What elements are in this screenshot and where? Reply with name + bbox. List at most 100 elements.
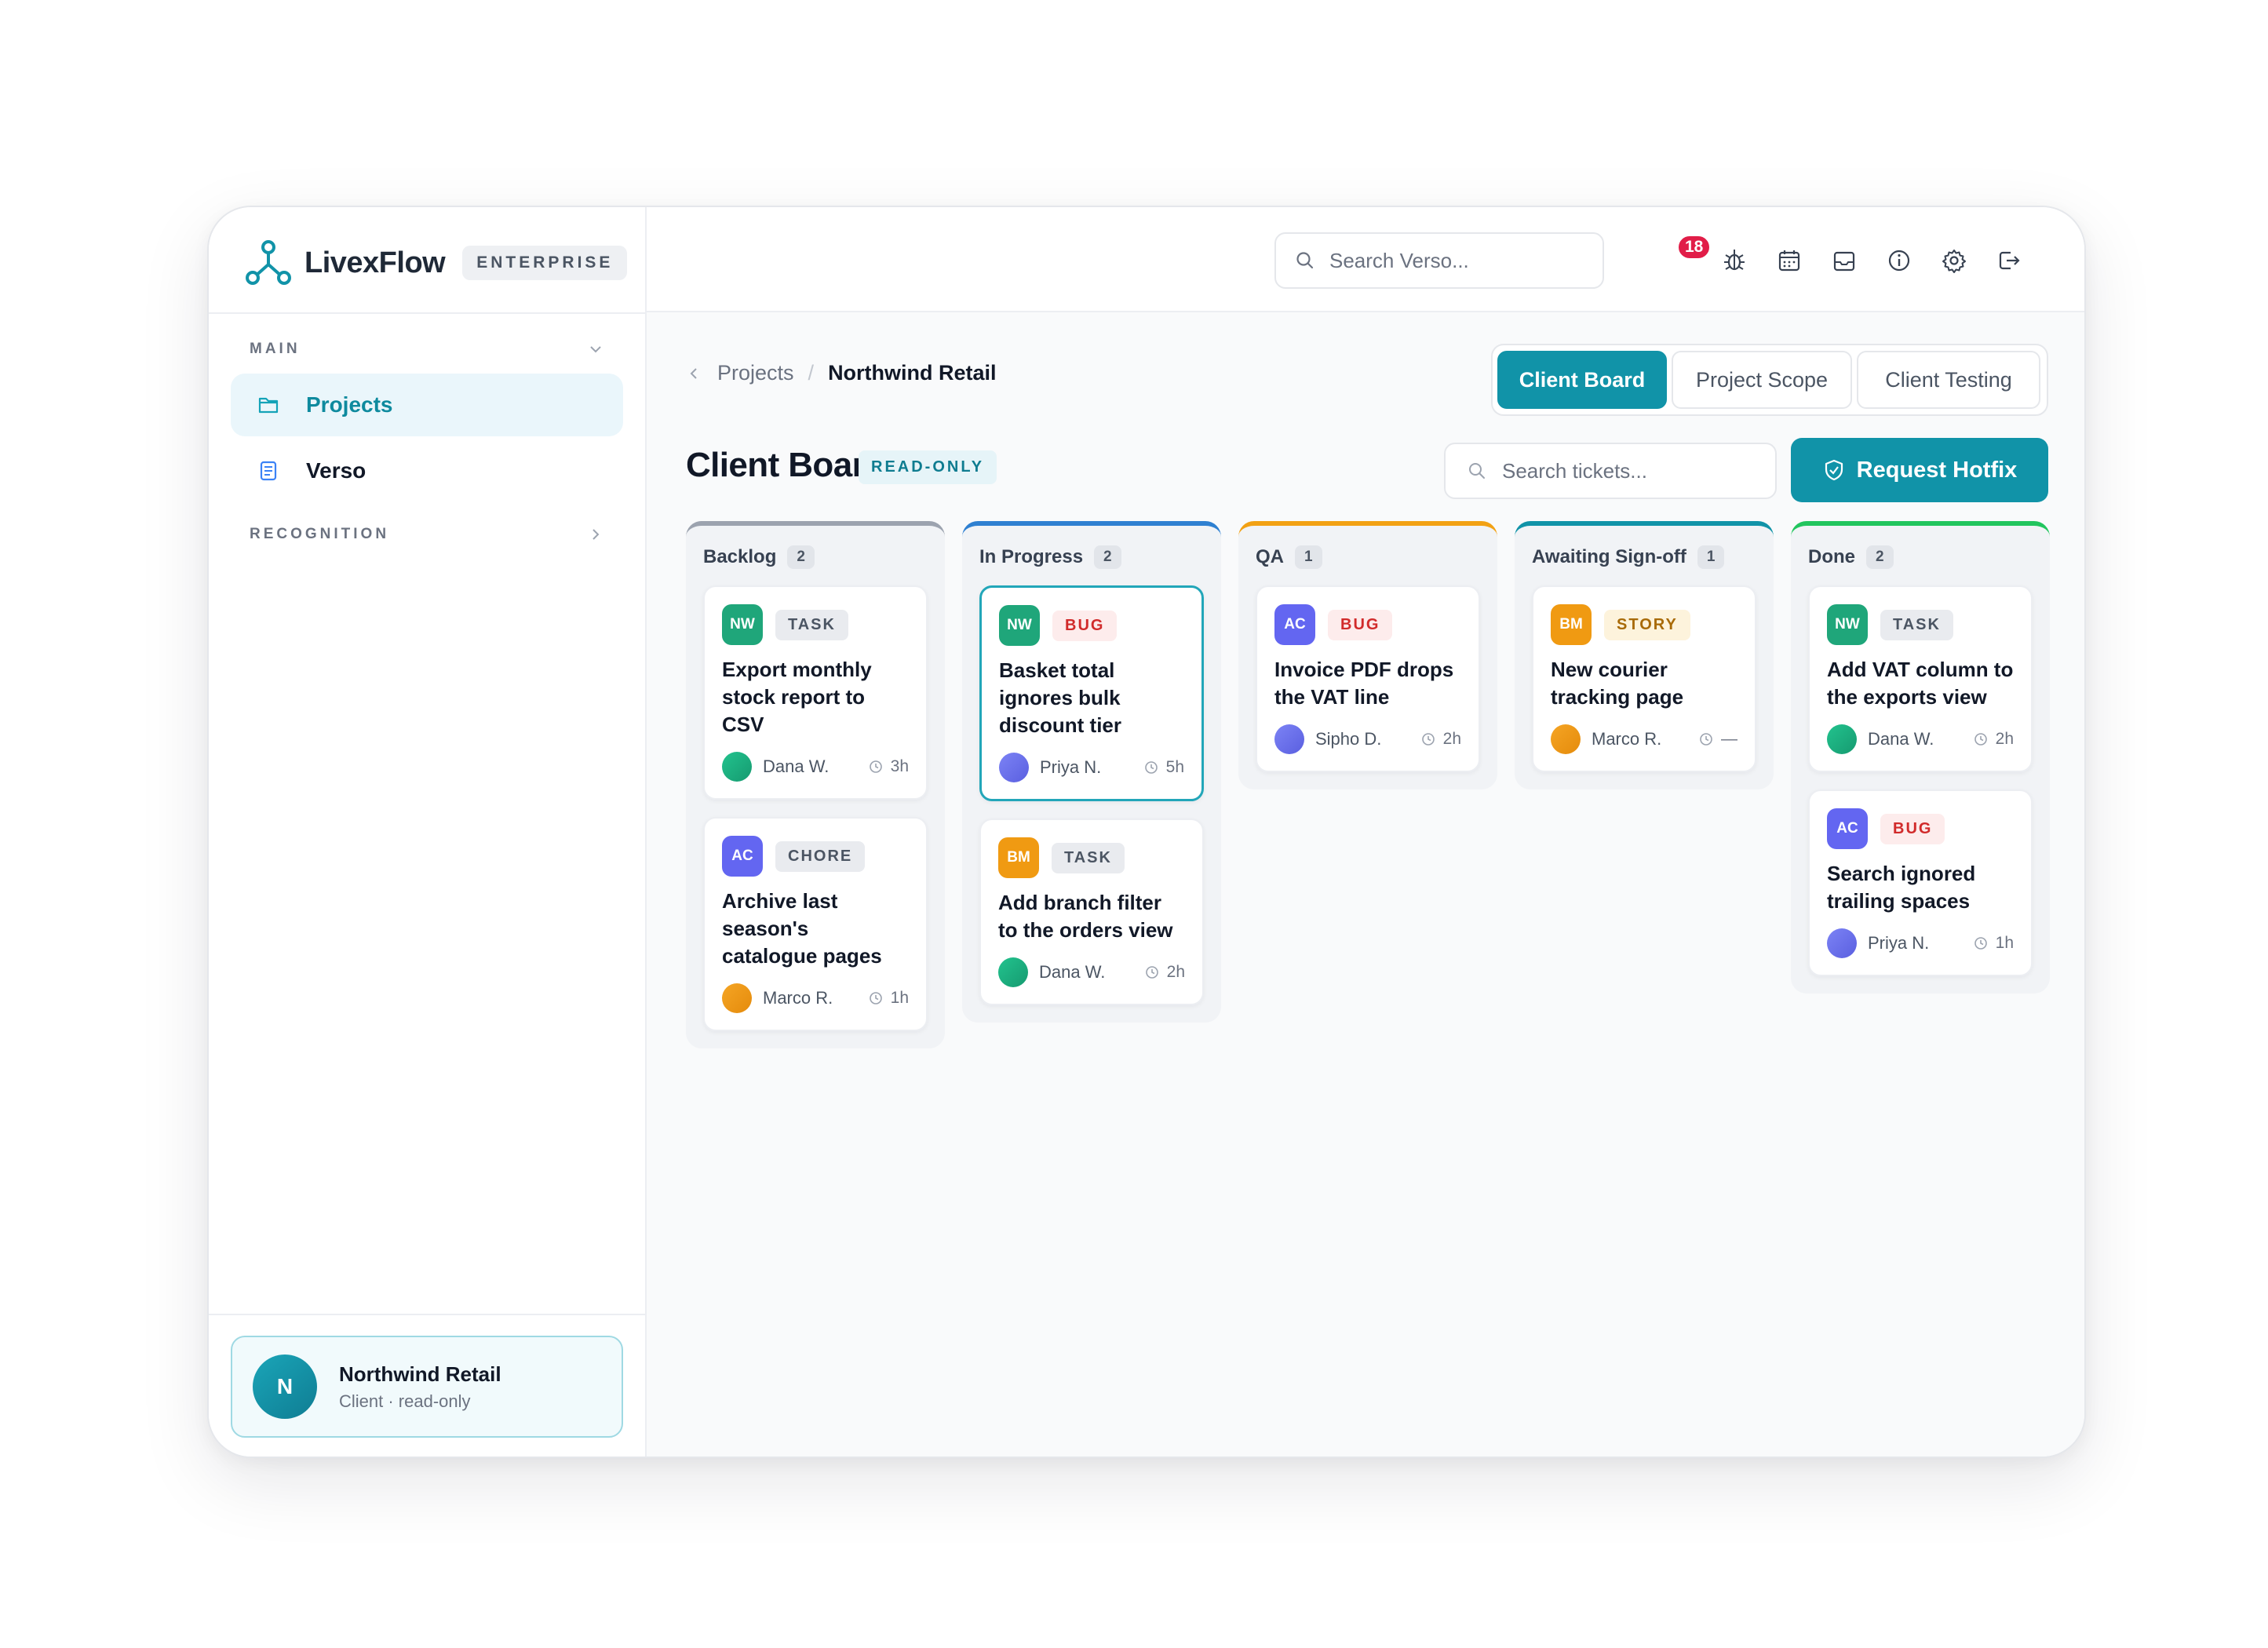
avatar — [1274, 724, 1304, 754]
ticket-card[interactable]: AC CHORE Archive last season's catalogue p… — [703, 817, 928, 1031]
avatar — [999, 753, 1029, 782]
calendar-button[interactable] — [1775, 246, 1803, 275]
app-window: LivexFlow ENTERPRISE MAIN Projects Verso… — [207, 206, 2086, 1458]
network-logo-icon — [246, 240, 291, 285]
project-chip: BM — [1551, 604, 1592, 645]
project-chip: BM — [998, 837, 1039, 878]
search-placeholder: Search Verso... — [1329, 248, 1469, 272]
chevron-down-icon[interactable] — [587, 341, 604, 358]
tab-client-testing[interactable]: Client Testing — [1857, 351, 2040, 409]
section-label-recognition[interactable]: RECOGNITION — [250, 526, 389, 543]
clock-icon — [1421, 733, 1435, 746]
ticket-type-tag: BUG — [1880, 813, 1945, 844]
chevron-right-icon[interactable] — [587, 526, 604, 543]
ticket-card[interactable]: AC BUG Search ignored trailing spaces Priya… — [1808, 789, 2033, 976]
client-name: Northwind Retail — [339, 1362, 501, 1386]
estimate: 2h — [1974, 730, 2014, 749]
estimate-value: 2h — [1995, 730, 2014, 748]
brand[interactable]: LivexFlow ENTERPRISE — [243, 235, 628, 290]
request-hotfix-button[interactable]: Request Hotfix — [1791, 438, 2048, 502]
ticket-title: Archive last season's catalogue pages — [722, 889, 882, 968]
client-account-card[interactable]: N Northwind Retail Client · read-only — [231, 1336, 623, 1438]
folder-icon — [258, 397, 279, 414]
ticket-footer: Priya N. 5h — [999, 752, 1184, 783]
ticket-card[interactable]: NW TASK Add VAT column to the exports view… — [1808, 585, 2033, 772]
section-label-main[interactable]: MAIN — [250, 341, 301, 358]
column-title: Backlog — [703, 546, 777, 567]
notification-badge: 18 — [1676, 234, 1712, 261]
ticket-header: BM TASK — [998, 837, 1185, 878]
column-title: In Progress — [979, 546, 1084, 567]
info-button[interactable] — [1885, 246, 1913, 275]
inbox-icon — [1833, 251, 1855, 272]
column-header: Done 2 — [1808, 541, 2033, 573]
column-header: Awaiting Sign-off 1 — [1532, 541, 1756, 573]
estimate: 5h — [1144, 758, 1184, 777]
avatar — [722, 983, 752, 1013]
ticket-card[interactable]: BM STORY New courier tracking page Marco R.… — [1532, 585, 1756, 772]
document-icon — [260, 461, 277, 481]
column-qa: QA 1 AC BUG Invoice PDF drops the VAT line Si… — [1238, 521, 1497, 789]
assignee-name: Sipho D. — [1315, 729, 1382, 749]
ticket-header: NW BUG — [999, 605, 1184, 646]
estimate-value: 2h — [1166, 963, 1185, 981]
ticket-title: Invoice PDF drops the VAT line — [1274, 658, 1454, 709]
column-count: 2 — [1866, 545, 1894, 569]
ticket-card[interactable]: NW BUG Basket total ignores bulk discount … — [979, 585, 1204, 801]
column-count: 1 — [1295, 545, 1322, 569]
clock-icon — [1974, 937, 1987, 950]
ticket-card[interactable]: AC BUG Invoice PDF drops the VAT line Sipho… — [1256, 585, 1480, 772]
sidebar-item-projects[interactable]: Projects — [231, 374, 623, 436]
column-backlog: Backlog 2 NW TASK Export monthly stock repor… — [686, 521, 945, 1048]
assignee-name: Priya N. — [1868, 933, 1930, 953]
column-title: Awaiting Sign-off — [1532, 546, 1686, 567]
column-count: 2 — [787, 545, 815, 569]
breadcrumb-projects-link[interactable]: Projects — [717, 361, 794, 385]
ticket-header: BM STORY — [1551, 604, 1737, 645]
sidebar-item-verso[interactable]: Verso — [231, 439, 623, 502]
project-chip: NW — [999, 605, 1040, 646]
settings-button[interactable] — [1940, 246, 1968, 275]
assignee-name: Dana W. — [1039, 962, 1106, 982]
ticket-header: AC BUG — [1827, 808, 2014, 849]
ticket-type-tag: TASK — [775, 609, 848, 640]
column-header: QA 1 — [1256, 541, 1480, 573]
ticket-type-tag: BUG — [1328, 609, 1393, 640]
avatar — [1827, 724, 1857, 754]
column-count: 2 — [1094, 545, 1121, 569]
breadcrumb-current: Northwind Retail — [828, 361, 997, 385]
ticket-search-input[interactable]: Search tickets... — [1444, 443, 1777, 499]
clock-icon — [1700, 733, 1712, 746]
bug-report-button[interactable] — [1720, 246, 1748, 275]
clock-icon — [869, 992, 882, 1004]
gear-icon — [1942, 250, 1966, 273]
global-search-input[interactable]: Search Verso... — [1274, 232, 1604, 289]
estimate-value: 3h — [890, 757, 909, 775]
logout-button[interactable] — [1995, 246, 2023, 275]
tab-project-scope[interactable]: Project Scope — [1672, 351, 1852, 409]
ticket-footer: Sipho D. 2h — [1274, 724, 1461, 755]
sidebar: LivexFlow ENTERPRISE MAIN Projects Verso… — [209, 207, 647, 1457]
project-chip: AC — [1274, 604, 1315, 645]
main-content: Search Verso... 18 Projects / Northwind … — [647, 207, 2084, 1457]
breadcrumb-separator: / — [808, 361, 815, 385]
avatar — [1827, 928, 1857, 958]
bug-icon — [1724, 250, 1745, 271]
ticket-card[interactable]: BM TASK Add branch filter to the orders vi… — [979, 819, 1204, 1005]
page-title: Client Board — [686, 446, 886, 484]
estimate-value: 1h — [890, 989, 909, 1007]
estimate: 2h — [1145, 963, 1185, 982]
topbar: Search Verso... 18 — [647, 207, 2084, 312]
ticket-type-tag: TASK — [1880, 609, 1953, 640]
inbox-button[interactable] — [1830, 246, 1858, 275]
calendar-icon — [1778, 250, 1800, 272]
tab-client-board[interactable]: Client Board — [1497, 351, 1667, 409]
estimate: 3h — [869, 757, 909, 776]
ticket-footer: Dana W. 3h — [722, 751, 909, 782]
assignee-name: Dana W. — [1868, 729, 1934, 749]
project-chip: AC — [722, 836, 763, 877]
ticket-card[interactable]: NW TASK Export monthly stock report to CSV… — [703, 585, 928, 800]
divider — [209, 1314, 645, 1315]
estimate-value: 5h — [1165, 758, 1184, 776]
chevron-left-icon[interactable] — [686, 366, 702, 381]
